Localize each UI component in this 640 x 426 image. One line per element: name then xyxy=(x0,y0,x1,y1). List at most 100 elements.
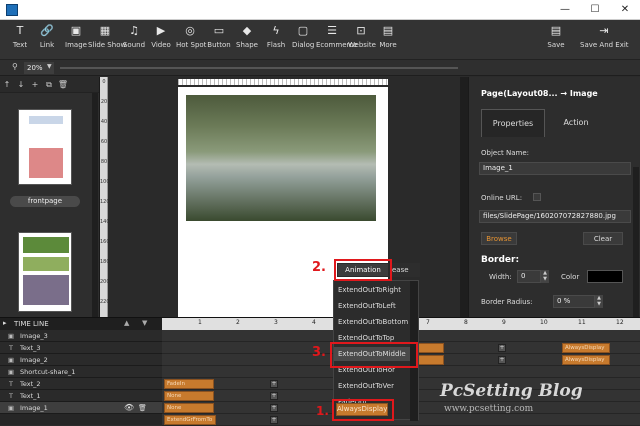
layer-row[interactable]: T Text_2 xyxy=(0,378,162,390)
animation-block[interactable]: AlwaysDisplay xyxy=(562,355,610,365)
zoom-bar: ⚲ 20% ▼ xyxy=(0,60,640,76)
text-tool-button[interactable]: T Text xyxy=(8,24,32,49)
keyframe-marker[interactable]: + xyxy=(270,380,278,388)
main-toolbar: T Text 🔗 Link ▣ Image ▦ Slide Show ♫ Sound ▶ V… xyxy=(0,20,640,60)
animation-block[interactable]: None xyxy=(164,391,214,401)
ease-selector[interactable]: ease xyxy=(390,263,420,277)
dropdown-option[interactable]: ExtendOutToVer xyxy=(334,379,412,393)
button-icon: ▭ xyxy=(213,24,225,37)
ecommerce-tool-button[interactable]: ☰ Ecommerce xyxy=(316,24,357,49)
vertical-ruler: 0 20 40 60 80 100 120 140 160 180 200 22… xyxy=(100,77,110,317)
add-page-icon[interactable]: + xyxy=(28,77,42,93)
shape-tool-button[interactable]: ◆ Shape xyxy=(236,24,258,49)
properties-scrollbar[interactable] xyxy=(633,167,639,317)
properties-panel: Page(Layout08... → Image Properties Acti… xyxy=(468,77,640,317)
border-color-swatch[interactable] xyxy=(587,270,623,283)
page-thumbnail-1[interactable] xyxy=(18,109,72,185)
button-tool-button[interactable]: ▭ Button xyxy=(207,24,231,49)
zoom-slider[interactable] xyxy=(60,67,458,69)
move-up-icon[interactable]: ↑ xyxy=(0,77,14,93)
layer-row[interactable]: ▣ Shortcut-share_1 xyxy=(0,366,162,378)
visibility-eye-icon[interactable]: 👁 xyxy=(124,402,134,414)
app-logo-icon xyxy=(6,4,18,16)
layer-row-selected[interactable]: ▣ Image_1 👁 🗑 xyxy=(0,402,162,414)
link-tool-button[interactable]: 🔗 Link xyxy=(36,24,58,49)
layer-row[interactable]: ▣ Image_2 xyxy=(0,354,162,366)
file-path-input[interactable]: files/SlidePage/160207072827880.jpg xyxy=(479,210,631,223)
video-tool-button[interactable]: ▶ Video xyxy=(150,24,172,49)
timeline-up-icon[interactable]: ▲ xyxy=(124,319,129,327)
save-and-exit-button[interactable]: ⇥ Save And Exit xyxy=(580,24,629,49)
website-tool-button[interactable]: ⊡ Website xyxy=(348,24,376,49)
border-radius-stepper[interactable]: ▲ ▼ xyxy=(595,295,603,308)
pages-scrollbar[interactable] xyxy=(92,93,98,317)
border-heading: Border: xyxy=(481,255,520,265)
lake-willow-photo[interactable] xyxy=(186,95,376,221)
border-radius-input[interactable]: 0 % xyxy=(553,295,595,308)
slide-show-tool-button[interactable]: ▦ Slide Show xyxy=(88,24,126,49)
duplicate-icon[interactable]: ⧉ xyxy=(42,77,56,93)
highlight-box-animation xyxy=(334,259,392,281)
border-color-label: Color xyxy=(561,273,580,281)
layer-row[interactable]: T Text_3 xyxy=(0,342,162,354)
pages-panel: ↑ ↓ + ⧉ 🗑 frontpage xyxy=(0,77,100,317)
collapse-icon[interactable]: ▸ xyxy=(3,319,7,327)
text-icon: T xyxy=(16,24,24,37)
layer-row[interactable]: ▣ Image_3 xyxy=(0,330,162,342)
page-thumbnail-2[interactable] xyxy=(18,232,72,312)
save-icon: ▤ xyxy=(550,24,562,37)
music-note-icon: ♫ xyxy=(129,24,139,37)
panel-breadcrumb: Page(Layout08... → Image xyxy=(481,89,598,98)
layer-row[interactable]: T Text_1 xyxy=(0,390,162,402)
sound-tool-button[interactable]: ♫ Sound xyxy=(122,24,146,49)
image-tool-button[interactable]: ▣ Image xyxy=(64,24,88,49)
hot-spot-tool-button[interactable]: ◎ Hot Spot xyxy=(176,24,206,49)
canvas-scrollbar[interactable] xyxy=(460,77,468,317)
horizontal-ruler xyxy=(178,79,388,85)
minimize-button[interactable]: — xyxy=(550,0,580,20)
step-number-3: 3. xyxy=(312,345,326,360)
maximize-button[interactable]: ☐ xyxy=(580,0,610,20)
move-down-icon[interactable]: ↓ xyxy=(14,77,28,93)
close-button[interactable]: ✕ xyxy=(610,0,640,20)
step-number-1: 1. xyxy=(316,404,329,418)
tab-properties[interactable]: Properties xyxy=(481,109,545,137)
zoom-icon: ⚲ xyxy=(12,62,18,71)
video-icon: ▶ xyxy=(156,24,166,37)
dialog-icon: ▢ xyxy=(297,24,309,37)
keyframe-marker[interactable]: + xyxy=(498,344,506,352)
more-tool-button[interactable]: ▤ More xyxy=(377,24,399,49)
online-url-checkbox[interactable] xyxy=(533,193,541,201)
keyframe-marker[interactable]: + xyxy=(270,404,278,412)
save-button[interactable]: ▤ Save xyxy=(544,24,568,49)
dialog-tool-button[interactable]: ▢ Dialog xyxy=(292,24,314,49)
clear-button[interactable]: Clear xyxy=(583,232,623,245)
text-icon: T xyxy=(9,380,13,388)
flash-icon: ϟ xyxy=(272,24,280,37)
delete-icon[interactable]: 🗑 xyxy=(56,77,70,93)
zoom-dropdown-icon[interactable]: ▼ xyxy=(47,63,52,70)
object-name-input[interactable]: Image_1 xyxy=(479,162,631,175)
border-width-label: Width: xyxy=(489,273,512,281)
animation-block[interactable]: FadeIn xyxy=(164,379,214,389)
border-width-input[interactable]: 0 xyxy=(517,270,541,283)
keyframe-marker[interactable]: + xyxy=(270,416,278,424)
more-icon: ▤ xyxy=(382,24,394,37)
timeline-title: TIME LINE xyxy=(14,320,49,328)
dropdown-option[interactable]: ExtendOutToRight xyxy=(334,283,412,297)
page-name-label[interactable]: frontpage xyxy=(10,196,80,207)
keyframe-marker[interactable]: + xyxy=(270,392,278,400)
dropdown-option[interactable]: ExtendOutToBottom xyxy=(334,315,412,329)
trash-icon[interactable]: 🗑 xyxy=(138,402,147,414)
flash-tool-button[interactable]: ϟ Flash xyxy=(265,24,287,49)
dropdown-option[interactable]: ExtendOutToLeft xyxy=(334,299,412,313)
browse-button[interactable]: Browse xyxy=(481,232,517,245)
animation-block[interactable]: AlwaysDisplay xyxy=(562,343,610,353)
tab-action[interactable]: Action xyxy=(551,109,601,137)
animation-block[interactable]: None xyxy=(164,403,214,413)
animation-block[interactable]: ExtendGrFromTo xyxy=(164,415,216,425)
object-name-label: Object Name: xyxy=(481,149,530,157)
timeline-down-icon[interactable]: ▼ xyxy=(142,319,147,327)
border-width-stepper[interactable]: ▲ ▼ xyxy=(541,270,549,283)
keyframe-marker[interactable]: + xyxy=(498,356,506,364)
